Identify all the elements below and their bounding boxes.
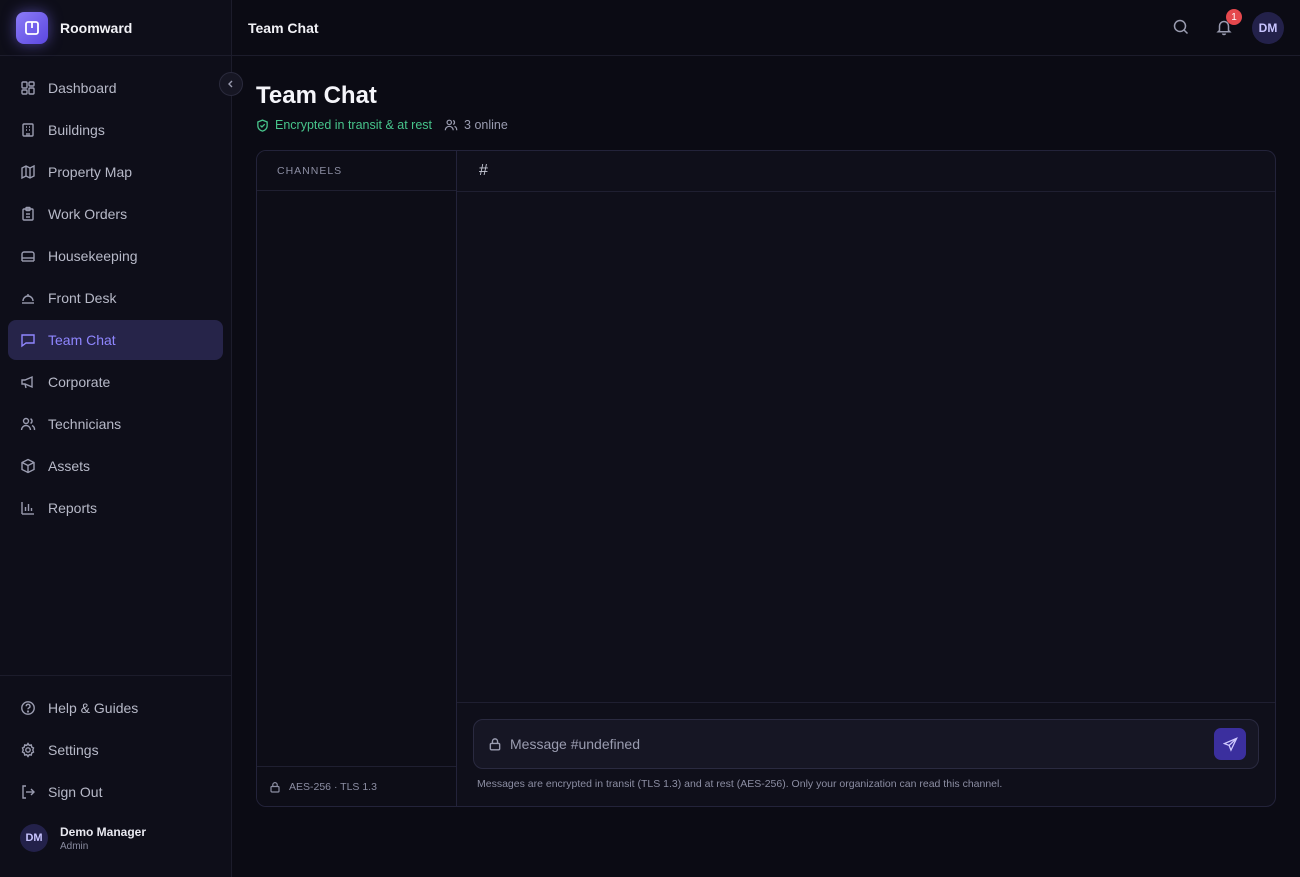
sidebar-item-label: Front Desk: [48, 290, 117, 306]
lock-icon: [270, 781, 280, 793]
encryption-status: Encrypted in transit & at rest: [256, 118, 432, 132]
encryption-status-text: Encrypted in transit & at rest: [275, 118, 433, 132]
users-icon: [20, 416, 36, 432]
online-count-text: 3 online: [464, 118, 508, 132]
message-input[interactable]: [510, 736, 1190, 752]
sidebar-bottom: Help & Guides Settings Sign Out: [0, 675, 231, 814]
sidebar-item-team-chat[interactable]: Team Chat: [8, 320, 223, 360]
app-root: Roomward Dashboard Buildings Property Ma…: [0, 0, 1300, 877]
chevron-left-icon: [228, 80, 233, 88]
app-name: Roomward: [60, 19, 133, 36]
users-icon: [444, 119, 458, 131]
sidebar-item-label: Work Orders: [48, 206, 128, 222]
message-square-icon: [20, 332, 36, 348]
channel-header: #: [457, 151, 1275, 192]
sidebar-item-label: Sign Out: [48, 784, 103, 800]
encryption-footer: AES-256 · TLS 1.3: [257, 766, 456, 806]
composer-note: Messages are encrypted in transit (TLS 1…: [477, 778, 1003, 790]
building-icon: [20, 122, 36, 138]
notification-badge: 1: [1226, 9, 1242, 25]
topbar-title: Team Chat: [248, 19, 319, 36]
sidebar-item-label: Reports: [48, 500, 98, 516]
app-logo-icon: [16, 11, 48, 44]
online-count: 3 online: [444, 118, 508, 132]
map-icon: [20, 164, 36, 180]
user-role: Admin: [60, 840, 89, 852]
megaphone-icon: [20, 374, 36, 390]
composer: [473, 719, 1259, 769]
sidebar-item-corporate[interactable]: Corporate: [8, 362, 223, 402]
sidebar-item-label: Property Map: [48, 164, 133, 180]
search-icon[interactable]: [1172, 18, 1190, 36]
sidebar-item-work-orders[interactable]: Work Orders: [8, 194, 223, 234]
sidebar-item-label: Dashboard: [48, 80, 117, 96]
avatar: DM: [20, 824, 48, 852]
current-user[interactable]: DM Demo Manager Admin: [20, 824, 146, 852]
user-avatar-button[interactable]: DM: [1252, 12, 1284, 44]
sidebar-item-sign-out[interactable]: Sign Out: [8, 772, 223, 812]
bed-icon: [20, 248, 36, 264]
sidebar-item-housekeeping[interactable]: Housekeeping: [8, 236, 223, 276]
user-info: Demo Manager Admin: [60, 825, 146, 852]
dashboard-icon: [20, 80, 36, 96]
sidebar-item-front-desk[interactable]: Front Desk: [8, 278, 223, 318]
sidebar-item-label: Buildings: [48, 122, 105, 138]
channel-hash-icon: #: [479, 162, 488, 179]
log-out-icon: [20, 784, 36, 800]
sidebar-item-property-map[interactable]: Property Map: [8, 152, 223, 192]
sidebar-item-label: Technicians: [48, 416, 122, 432]
page-title: Team Chat: [256, 82, 377, 109]
send-button[interactable]: [1214, 728, 1246, 760]
brand[interactable]: Roomward: [0, 0, 231, 56]
send-icon: [1222, 736, 1238, 752]
encryption-footer-text: AES-256 · TLS 1.3: [289, 780, 377, 793]
shield-check-icon: [257, 118, 268, 132]
sidebar-item-label: Assets: [48, 458, 91, 474]
sidebar-nav: Dashboard Buildings Property Map Work Or…: [8, 68, 223, 530]
sidebar-item-reports[interactable]: Reports: [8, 488, 223, 528]
bar-chart-icon: [20, 500, 36, 516]
sidebar: Roomward Dashboard Buildings Property Ma…: [0, 0, 232, 877]
topbar: Team Chat 1 DM: [232, 0, 1300, 56]
sidebar-item-help[interactable]: Help & Guides: [8, 688, 223, 728]
lock-icon: [489, 738, 501, 751]
sidebar-item-technicians[interactable]: Technicians: [8, 404, 223, 444]
channels-header: CHANNELS: [257, 151, 456, 191]
chat-panel: CHANNELS AES-256 · TLS 1.3 # Messages ar…: [256, 150, 1276, 807]
composer-section: Messages are encrypted in transit (TLS 1…: [457, 702, 1275, 806]
sidebar-item-buildings[interactable]: Buildings: [8, 110, 223, 150]
sidebar-item-label: Housekeeping: [48, 248, 138, 264]
channel-list: CHANNELS AES-256 · TLS 1.3: [257, 151, 457, 806]
sidebar-item-label: Settings: [48, 742, 99, 758]
sidebar-item-settings[interactable]: Settings: [8, 730, 223, 770]
message-area: # Messages are encrypted in transit (TLS…: [457, 151, 1275, 806]
sidebar-item-dashboard[interactable]: Dashboard: [8, 68, 223, 108]
sidebar-item-label: Help & Guides: [48, 700, 139, 716]
clipboard-icon: [20, 206, 36, 222]
sidebar-item-assets[interactable]: Assets: [8, 446, 223, 486]
package-icon: [20, 458, 36, 474]
help-circle-icon: [20, 700, 36, 716]
user-name: Demo Manager: [60, 824, 147, 839]
gear-icon: [20, 742, 36, 758]
sidebar-collapse-button[interactable]: [219, 72, 243, 96]
sidebar-item-label: Corporate: [48, 374, 111, 390]
sidebar-item-label: Team Chat: [48, 332, 116, 348]
bell-concierge-icon: [20, 290, 36, 306]
chat-meta: Encrypted in transit & at rest 3 online: [256, 118, 508, 132]
